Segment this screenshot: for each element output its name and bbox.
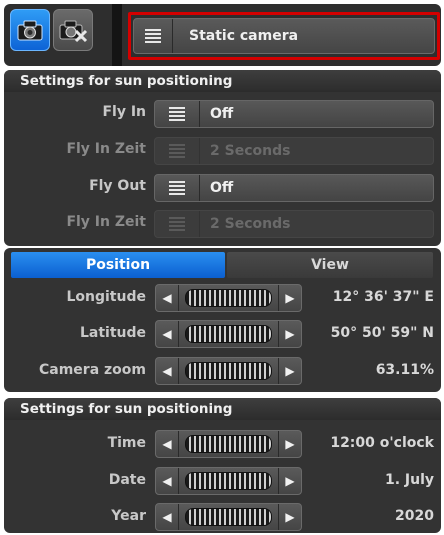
fly-in-dropdown[interactable]: Off: [154, 100, 434, 128]
fly-in-time-label: Fly In Zeit: [66, 141, 146, 157]
fly-out-label: Fly Out: [89, 178, 146, 194]
date-stepper[interactable]: ◀ ▶: [155, 467, 302, 495]
camera-mode-dropdown[interactable]: Static camera: [133, 18, 435, 54]
camera-off-button[interactable]: [53, 9, 93, 51]
menu-icon: [169, 144, 185, 158]
fly-out-value: Off: [210, 180, 234, 196]
longitude-label: Longitude: [66, 289, 146, 305]
decrease-arrow-icon[interactable]: ◀: [156, 468, 179, 494]
tab-position[interactable]: Position: [11, 252, 225, 278]
menu-icon: [169, 217, 185, 231]
fly-out-dropdown[interactable]: Off: [154, 174, 434, 202]
fly-in-time-dropdown: 2 Seconds: [154, 137, 434, 165]
time-label: Time: [107, 435, 146, 451]
camera-zoom-value: 63.11%: [375, 362, 434, 378]
tab-view[interactable]: View: [227, 252, 433, 278]
longitude-stepper[interactable]: ◀ ▶: [155, 284, 302, 312]
toolbar-divider: [112, 4, 122, 66]
date-value: 1. July: [384, 472, 434, 488]
longitude-value: 12° 36' 37" E: [332, 289, 434, 305]
fly-in-label: Fly In: [102, 104, 146, 120]
date-label: Date: [108, 472, 146, 488]
panel-title: Settings for sun positioning: [4, 398, 441, 420]
menu-icon: [145, 29, 161, 43]
latitude-label: Latitude: [79, 325, 146, 341]
fly-in-time-value: 2 Seconds: [210, 143, 291, 159]
decrease-arrow-icon[interactable]: ◀: [156, 358, 179, 384]
increase-arrow-icon[interactable]: ▶: [278, 504, 301, 530]
fly-out-time-dropdown: 2 Seconds: [154, 210, 434, 238]
jog-wheel[interactable]: [185, 362, 272, 380]
fly-out-time-value: 2 Seconds: [210, 216, 291, 232]
decrease-arrow-icon[interactable]: ◀: [156, 504, 179, 530]
time-value: 12:00 o'clock: [330, 435, 434, 451]
increase-arrow-icon[interactable]: ▶: [278, 358, 301, 384]
jog-wheel[interactable]: [185, 325, 272, 343]
fly-out-time-label: Fly In Zeit: [66, 214, 146, 230]
jog-wheel[interactable]: [185, 289, 272, 307]
year-value: 2020: [395, 508, 434, 524]
year-label: Year: [111, 508, 146, 524]
decrease-arrow-icon[interactable]: ◀: [156, 321, 179, 347]
jog-wheel[interactable]: [185, 508, 272, 526]
camera-zoom-stepper[interactable]: ◀ ▶: [155, 357, 302, 385]
camera-mode-button[interactable]: [10, 9, 50, 51]
decrease-arrow-icon[interactable]: ◀: [156, 285, 179, 311]
menu-icon: [169, 107, 185, 121]
increase-arrow-icon[interactable]: ▶: [278, 468, 301, 494]
camera-mode-value: Static camera: [189, 28, 299, 44]
latitude-value: 50° 50' 59" N: [330, 325, 434, 341]
increase-arrow-icon[interactable]: ▶: [278, 285, 301, 311]
jog-wheel[interactable]: [185, 472, 272, 490]
fly-in-value: Off: [210, 106, 234, 122]
panel-title: Settings for sun positioning: [4, 70, 441, 92]
increase-arrow-icon[interactable]: ▶: [278, 321, 301, 347]
camera-zoom-label: Camera zoom: [38, 362, 146, 378]
time-stepper[interactable]: ◀ ▶: [155, 430, 302, 458]
increase-arrow-icon[interactable]: ▶: [278, 431, 301, 457]
year-stepper[interactable]: ◀ ▶: [155, 503, 302, 531]
menu-icon: [169, 181, 185, 195]
decrease-arrow-icon[interactable]: ◀: [156, 431, 179, 457]
latitude-stepper[interactable]: ◀ ▶: [155, 320, 302, 348]
jog-wheel[interactable]: [185, 435, 272, 453]
camera-off-icon: [59, 20, 88, 43]
camera-icon: [17, 20, 43, 41]
